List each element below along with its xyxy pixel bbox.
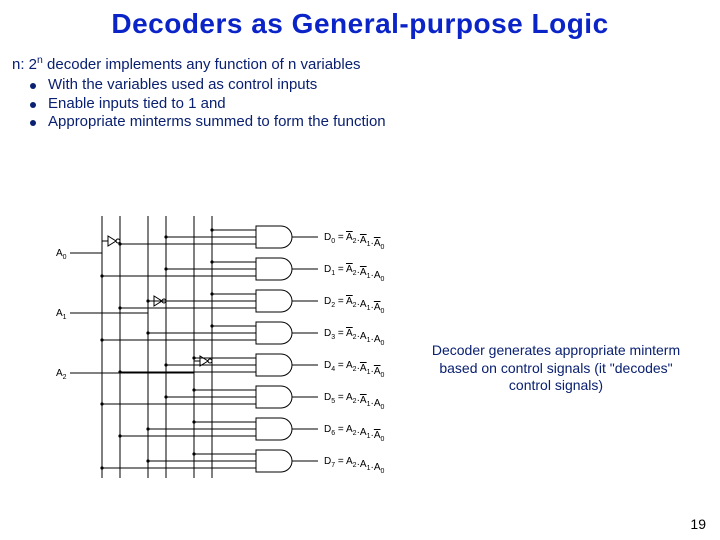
list-item: Appropriate minterms summed to form the …: [30, 113, 710, 131]
svg-text:D2 = A2·A1·A0: D2 = A2·A1·A0: [324, 296, 385, 315]
svg-text:D6 = A2·A1·A0: D6 = A2·A1·A0: [324, 424, 385, 443]
lead-prefix: n: 2: [12, 56, 37, 73]
svg-text:D4 = A2·A1·A0: D4 = A2·A1·A0: [324, 360, 385, 379]
svg-text:D3 = A2·A1·A0: D3 = A2·A1·A0: [324, 328, 385, 347]
svg-text:A1: A1: [56, 308, 67, 321]
page-number: 19: [690, 516, 706, 532]
list-item: Enable inputs tied to 1 and: [30, 95, 710, 113]
list-item: With the variables used as control input…: [30, 76, 710, 94]
slide-title: Decoders as General-purpose Logic: [0, 0, 720, 40]
svg-text:D5 = A2·A1·A0: D5 = A2·A1·A0: [324, 392, 385, 411]
svg-text:A0: A0: [56, 248, 67, 261]
lead-line: n: 2n decoder implements any function of…: [12, 54, 710, 74]
lead-suffix: decoder implements any function of n var…: [43, 56, 361, 73]
svg-text:D1 = A2·A1·A0: D1 = A2·A1·A0: [324, 264, 385, 283]
svg-text:D0 = A2·A1·A0: D0 = A2·A1·A0: [324, 232, 385, 251]
svg-text:D7 = A2·A1·A0: D7 = A2·A1·A0: [324, 456, 385, 475]
diagram-note: Decoder generates appropriate minterm ba…: [426, 342, 686, 395]
decoder-diagram: A0 A1 A2 D0 = A2·A1·A0 D1 = A2·A1·A0 D2 = A2·…: [46, 210, 676, 505]
svg-text:A2: A2: [56, 368, 67, 381]
slide-body: n: 2n decoder implements any function of…: [0, 40, 720, 131]
bullet-list: With the variables used as control input…: [30, 76, 710, 131]
